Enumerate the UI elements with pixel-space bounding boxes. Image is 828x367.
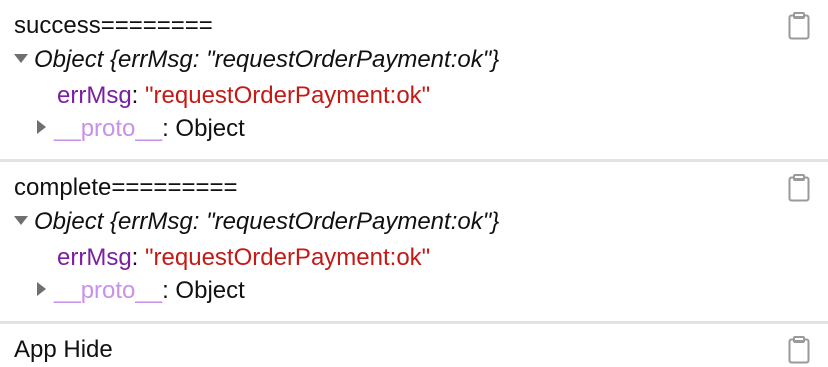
console-log-entry: complete========= Object {errMsg: "reque…: [0, 162, 828, 324]
object-property-row: errMsg: "requestOrderPayment:ok": [57, 241, 430, 275]
proto-value: : Object: [162, 115, 245, 142]
proto-key: __proto__: [54, 277, 163, 304]
disclosure-triangle-down-icon[interactable]: [14, 216, 28, 226]
disclosure-triangle-right-icon[interactable]: [37, 119, 46, 134]
property-key: errMsg: [57, 244, 132, 271]
object-summary: Object {errMsg: "requestOrderPayment:ok"…: [34, 46, 500, 73]
proto-key: __proto__: [54, 115, 163, 142]
property-colon: :: [131, 82, 146, 109]
proto-value: : Object: [162, 277, 245, 304]
log-message: complete=========: [14, 174, 238, 201]
clipboard-icon[interactable]: [788, 174, 810, 202]
property-value: "requestOrderPayment:ok": [145, 82, 431, 109]
log-message: App Hide: [14, 336, 113, 363]
clipboard-icon[interactable]: [788, 12, 810, 40]
property-key: errMsg: [57, 82, 132, 109]
object-summary-row[interactable]: Object {errMsg: "requestOrderPayment:ok"…: [14, 205, 499, 239]
proto-row[interactable]: __proto__: Object: [37, 274, 245, 308]
object-summary: Object {errMsg: "requestOrderPayment:ok"…: [34, 208, 500, 235]
property-colon: :: [131, 244, 146, 271]
object-property-row: errMsg: "requestOrderPayment:ok": [57, 79, 430, 113]
disclosure-triangle-down-icon[interactable]: [14, 54, 28, 64]
proto-row[interactable]: __proto__: Object: [37, 112, 245, 146]
object-summary-row[interactable]: Object {errMsg: "requestOrderPayment:ok"…: [14, 43, 499, 77]
property-value: "requestOrderPayment:ok": [145, 244, 431, 271]
clipboard-icon[interactable]: [788, 336, 810, 364]
disclosure-triangle-right-icon[interactable]: [37, 281, 46, 296]
console-log-entry: App Hide: [0, 324, 828, 364]
log-message: success========: [14, 12, 213, 39]
console-log-entry: success======== Object {errMsg: "request…: [0, 0, 828, 162]
